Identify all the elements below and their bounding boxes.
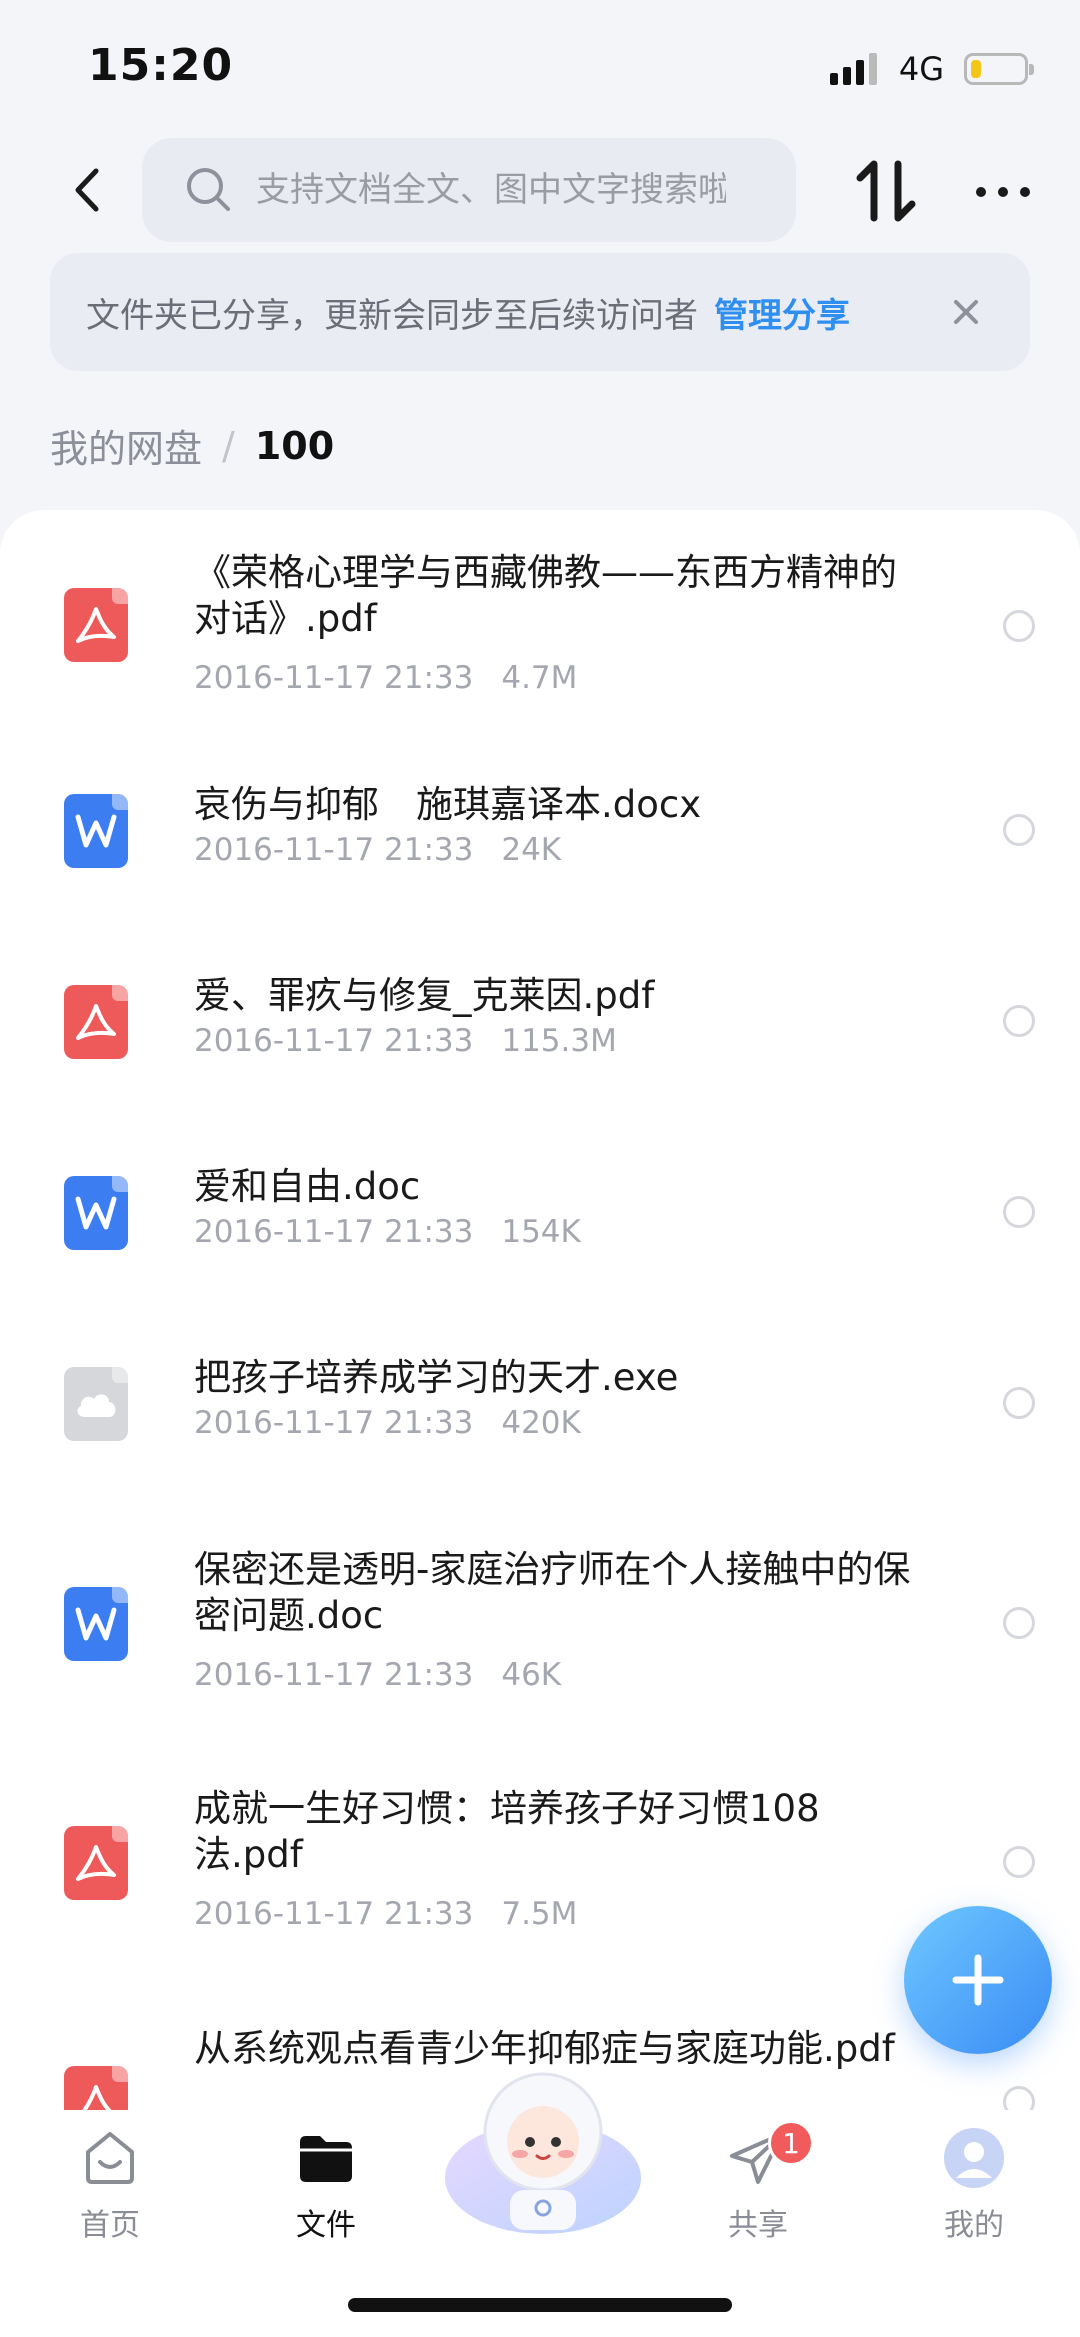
file-date: 2016-11-17 21:33 — [194, 660, 474, 696]
pdf-file-icon — [64, 1826, 128, 1900]
breadcrumb: 我的网盘 / 100 — [50, 418, 334, 473]
file-meta: 2016-11-17 21:33 115.3M — [194, 1023, 617, 1059]
tab-home[interactable]: 首页 — [40, 2126, 180, 2244]
select-checkbox[interactable] — [1003, 1846, 1035, 1878]
file-name: 爱、罪疚与修复_克莱因.pdf — [194, 974, 655, 1017]
pdf-file-icon — [64, 985, 128, 1059]
file-meta: 2016-11-17 21:33 420K — [194, 1405, 581, 1441]
select-checkbox[interactable] — [1003, 814, 1035, 846]
plus-icon — [952, 1954, 1004, 2006]
sort-button[interactable] — [852, 158, 922, 224]
dot — [976, 187, 986, 197]
tab-label: 共享 — [728, 2208, 788, 2243]
share-notice-banner: 文件夹已分享，更新会同步至后续访问者 管理分享 — [50, 253, 1030, 371]
file-name: 哀伤与抑郁 施琪嘉译本.docx — [194, 783, 702, 826]
file-date: 2016-11-17 21:33 — [194, 1214, 474, 1250]
select-checkbox[interactable] — [1003, 2086, 1035, 2110]
select-checkbox[interactable] — [1003, 1607, 1035, 1639]
file-date: 2016-11-17 21:33 — [194, 1023, 474, 1059]
tab-label: 文件 — [296, 2208, 356, 2243]
file-size: 4.7M — [501, 660, 578, 696]
file-row[interactable]: 哀伤与抑郁 施琪嘉译本.docx 2016-11-17 21:33 24K — [0, 782, 1080, 912]
select-checkbox[interactable] — [1003, 1005, 1035, 1037]
close-banner-button[interactable] — [946, 292, 986, 332]
breadcrumb-separator: / — [222, 423, 235, 468]
sort-arrows-icon — [856, 160, 916, 222]
file-date: 2016-11-17 21:33 — [194, 1896, 474, 1932]
mascot-avatar-icon[interactable] — [440, 2060, 646, 2236]
battery-level — [971, 60, 981, 78]
file-name: 成就一生好习惯：培养孩子好习惯108法.pdf — [194, 1787, 820, 1876]
notification-badge: 1 — [768, 2120, 814, 2166]
file-size: 115.3M — [501, 1023, 617, 1059]
pdf-file-icon — [64, 2066, 128, 2110]
breadcrumb-root[interactable]: 我的网盘 — [50, 418, 202, 473]
select-checkbox[interactable] — [1003, 1387, 1035, 1419]
share-notice-text: 文件夹已分享，更新会同步至后续访问者 — [86, 295, 698, 336]
file-row[interactable]: 爱和自由.doc 2016-11-17 21:33 154K — [0, 1164, 1080, 1294]
file-meta: 2016-11-17 21:33 46K — [194, 1657, 561, 1693]
select-checkbox[interactable] — [1003, 610, 1035, 642]
close-icon — [954, 300, 978, 324]
file-meta: 2016-11-17 21:33 7.5M — [194, 1896, 577, 1932]
top-bar — [0, 138, 1080, 244]
file-name: 把孩子培养成学习的天才.exe — [194, 1356, 679, 1399]
search-icon — [187, 168, 230, 211]
search-input[interactable] — [256, 170, 726, 210]
word-file-icon — [64, 1587, 128, 1661]
signal-icon — [829, 53, 877, 85]
file-list: 《荣格心理学与西藏佛教——东西方精神的对话》.pdf 2016-11-17 21… — [0, 510, 1080, 2110]
file-row[interactable]: 把孩子培养成学习的天才.exe 2016-11-17 21:33 420K — [0, 1355, 1080, 1485]
dot — [1020, 187, 1030, 197]
file-date: 2016-11-17 21:33 — [194, 1405, 474, 1441]
status-indicators: 4G — [829, 50, 1034, 88]
word-file-icon — [64, 1176, 128, 1250]
status-time: 15:20 — [88, 40, 234, 91]
word-file-icon — [64, 794, 128, 868]
home-icon — [86, 2132, 134, 2184]
pdf-file-icon — [64, 588, 128, 662]
file-size: 154K — [501, 1214, 581, 1250]
folder-icon — [300, 2136, 352, 2182]
file-row[interactable]: 保密还是透明-家庭治疗师在个人接触中的保密问题.doc 2016-11-17 2… — [0, 1547, 1080, 1737]
cloud-icon — [77, 1394, 116, 1417]
breadcrumb-current: 100 — [254, 423, 335, 468]
profile-icon — [944, 2128, 1004, 2188]
file-name: 保密还是透明-家庭治疗师在个人接触中的保密问题.doc — [194, 1548, 911, 1637]
select-checkbox[interactable] — [1003, 1196, 1035, 1228]
add-button[interactable] — [904, 1906, 1052, 2054]
file-date: 2016-11-17 21:33 — [194, 832, 474, 868]
search-box[interactable] — [142, 138, 796, 242]
network-type: 4G — [898, 50, 944, 88]
tab-files[interactable]: 文件 — [256, 2126, 396, 2244]
dot — [998, 187, 1008, 197]
file-meta: 2016-11-17 21:33 24K — [194, 832, 561, 868]
file-name: 爱和自由.doc — [194, 1165, 421, 1208]
manage-share-link[interactable]: 管理分享 — [714, 288, 850, 337]
generic-file-icon — [64, 1367, 128, 1441]
back-button[interactable] — [56, 160, 116, 220]
file-row[interactable]: 爱、罪疚与修复_克莱因.pdf 2016-11-17 21:33 115.3M — [0, 973, 1080, 1103]
more-options-button[interactable] — [968, 164, 1038, 220]
file-size: 420K — [501, 1405, 581, 1441]
file-row[interactable]: 《荣格心理学与西藏佛教——东西方精神的对话》.pdf 2016-11-17 21… — [0, 550, 1080, 740]
battery-icon — [964, 53, 1034, 85]
file-meta: 2016-11-17 21:33 154K — [194, 1214, 581, 1250]
chevron-left-icon — [75, 168, 99, 212]
tab-label: 首页 — [80, 2208, 140, 2243]
tab-label: 我的 — [944, 2208, 1004, 2243]
file-size: 7.5M — [501, 1896, 578, 1932]
file-size: 24K — [501, 832, 562, 868]
home-indicator — [348, 2298, 732, 2312]
tab-share[interactable]: 共享 1 — [688, 2120, 828, 2244]
file-date: 2016-11-17 21:33 — [194, 1657, 474, 1693]
file-size: 46K — [501, 1657, 562, 1693]
status-bar: 15:20 4G — [0, 0, 1080, 130]
file-meta: 2016-11-17 21:33 4.7M — [194, 660, 577, 696]
tab-me[interactable]: 我的 — [904, 2126, 1044, 2244]
file-name: 《荣格心理学与西藏佛教——东西方精神的对话》.pdf — [194, 551, 897, 640]
